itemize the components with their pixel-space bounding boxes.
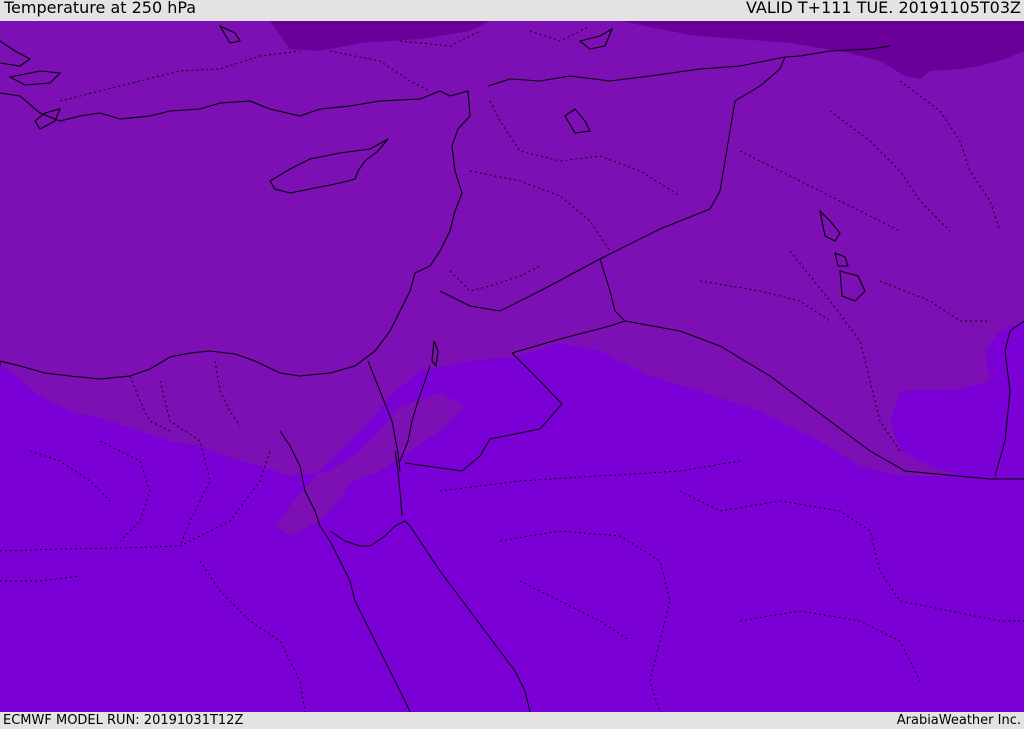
- valid-time: VALID T+111 TUE. 20191105T03Z: [745, 0, 1021, 17]
- model-run-label: ECMWF MODEL RUN: 20191031T12Z: [3, 713, 244, 728]
- header-bar: Temperature at 250 hPa VALID T+111 TUE. …: [0, 0, 1024, 21]
- map-title: Temperature at 250 hPa: [4, 0, 197, 17]
- map-canvas: [0, 21, 1024, 712]
- credit-label: ArabiaWeather Inc.: [896, 713, 1021, 728]
- weather-map[interactable]: [0, 21, 1024, 712]
- footer-bar: ECMWF MODEL RUN: 20191031T12Z ArabiaWeat…: [0, 712, 1024, 729]
